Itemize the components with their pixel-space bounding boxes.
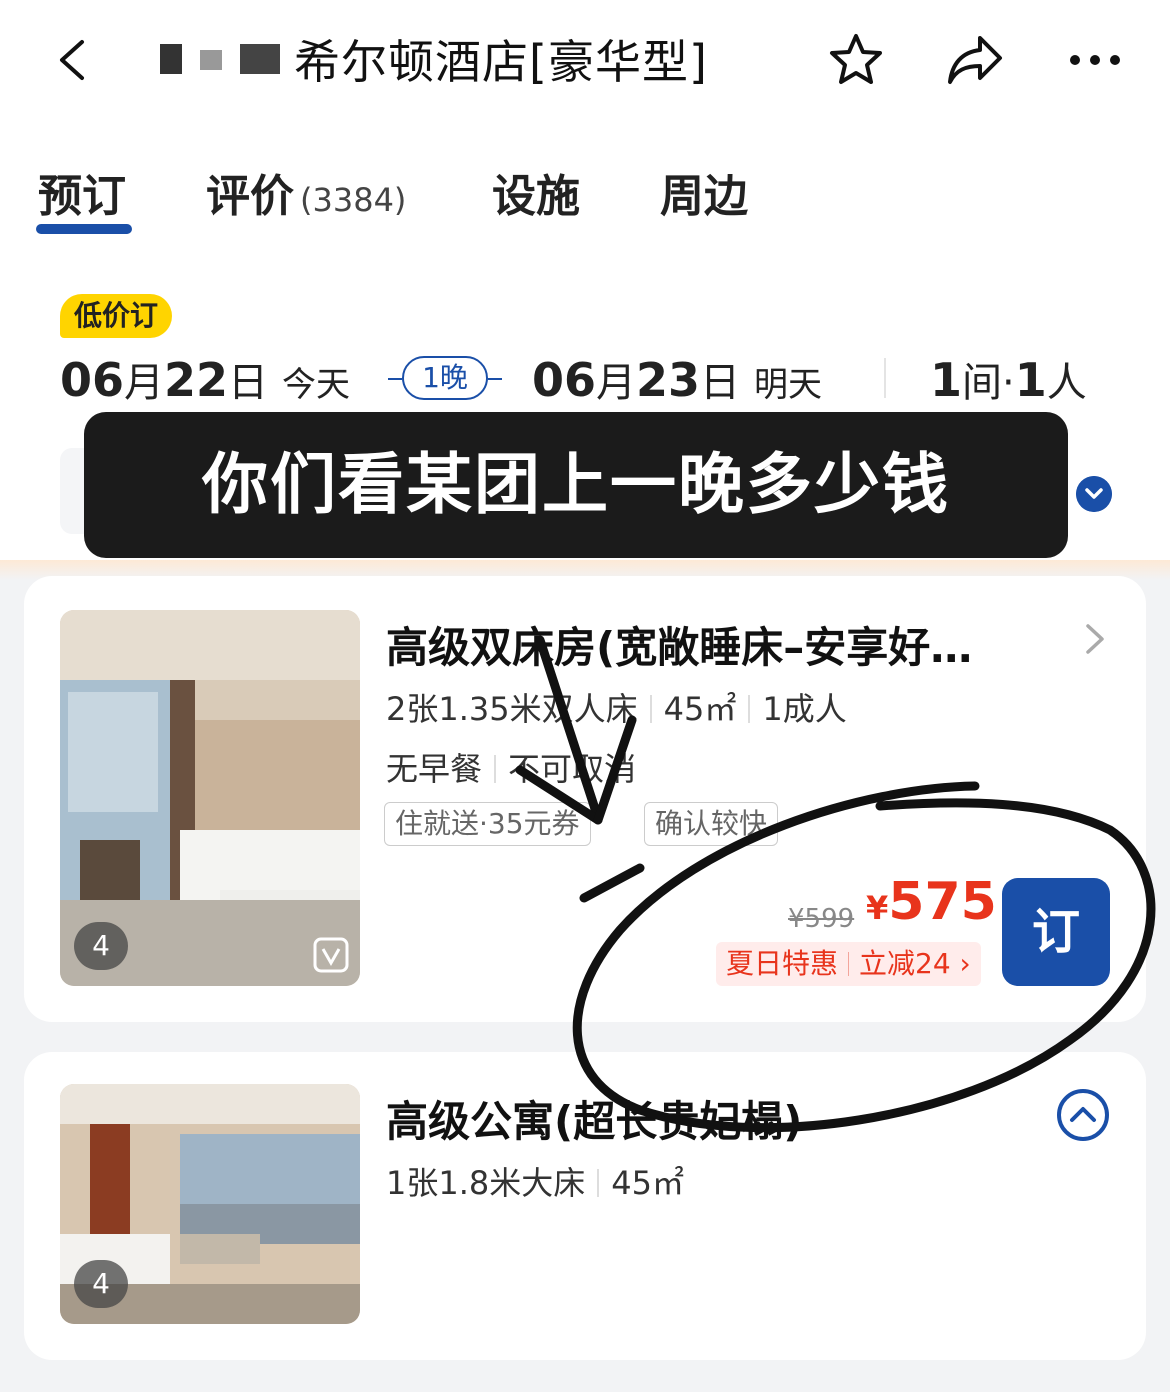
tab-bar: 预订 评价 (3384) 设施 周边 [0,150,1170,240]
day-unit: 日 [228,360,269,406]
room-area: 45㎡ [611,1164,684,1202]
separator [494,755,497,783]
divider [884,358,886,398]
perk-tag: 住就送·35元券 [384,802,591,846]
overlay-caption: 你们看某团上一晚多少钱 [84,412,1068,558]
redacted-block [240,44,280,74]
share-icon[interactable] [944,30,1006,90]
cancellation: 不可取消 [508,750,637,788]
separator [748,695,751,723]
room-spec-line: 1张1.8米大床 45㎡ [386,1158,684,1204]
active-tab-indicator [36,224,132,234]
date-selector[interactable]: 06月22日 今天 1晚 06月23日 明天 1间·1人 [0,350,1170,410]
brand-logo-icon [313,937,349,973]
chevron-down-icon[interactable] [1076,476,1112,512]
hotel-title: 希尔顿酒店[豪华型] [294,35,708,89]
low-price-badge: 低价订 [60,294,173,338]
currency: ¥ [866,889,889,927]
room-area: 45㎡ [663,690,737,728]
redacted-block [200,50,222,70]
confirm-tag: 确认较快 [644,802,779,846]
occupancy: 1成人 [762,690,847,728]
price-value: 575 [888,872,997,932]
promo-badge[interactable]: 夏日特惠 立减24 › [716,942,981,986]
tab-label: 设施 [492,171,580,222]
promo-name: 夏日特惠 [726,947,839,980]
separator [649,695,652,723]
checkin-relative: 今天 [282,365,351,405]
room-name[interactable]: 高级双床房(宽敞睡床–安享好… [386,614,972,675]
star-icon[interactable] [826,30,886,90]
room-photo[interactable]: 4 [60,1084,360,1324]
day-unit: 日 [700,360,741,406]
bed-type: 2张1.35米双人床 [386,690,638,728]
promo-discount: 立减24 › [859,947,971,980]
separator [597,1169,600,1197]
separator [848,952,850,976]
tab-label: 周边 [660,171,748,222]
room-spec-line: 2张1.35米双人床 45㎡ 1成人 [386,684,847,730]
redacted-block [160,44,182,74]
checkout-day: 23 [636,353,701,407]
book-button[interactable]: 订 [1002,878,1110,986]
original-price: ¥599 [788,904,855,934]
nights-line-left [388,378,402,380]
checkin-date[interactable]: 06月22日 今天 [60,350,350,408]
checkout-date[interactable]: 06月23日 明天 [532,350,822,408]
tab-nearby[interactable]: 周边 [660,160,748,224]
nav-bar: 希尔顿酒店[豪华型] [0,0,1170,120]
chevron-up-icon[interactable] [1056,1088,1110,1142]
photo-count: 4 [74,1260,128,1308]
separator: · [1002,360,1015,406]
tab-label: 评价 [206,171,294,222]
tab-booking[interactable]: 预订 [38,160,126,224]
nights-line-right [488,378,502,380]
room-card[interactable]: 4 高级公寓(超长贵妃榻) 1张1.8米大床 45㎡ [24,1052,1146,1360]
room-name[interactable]: 高级公寓(超长贵妃榻) [386,1088,802,1149]
checkout-month: 06 [532,353,597,407]
tab-label: 预订 [38,171,126,222]
tab-reviews[interactable]: 评价 (3384) [206,160,406,224]
guests-unit: 人 [1046,360,1087,406]
checkin-day: 22 [164,353,229,407]
guests-num: 1 [1014,353,1047,407]
more-icon[interactable] [1068,52,1122,68]
checkin-month: 06 [60,353,125,407]
room-photo[interactable]: 4 [60,610,360,986]
chevron-left-icon[interactable] [52,38,96,82]
current-price: ¥575 [866,872,997,932]
rooms-num: 1 [930,353,963,407]
checkout-relative: 明天 [754,365,823,405]
breakfast: 无早餐 [386,750,483,788]
rooms-guests[interactable]: 1间·1人 [930,350,1087,408]
month-unit: 月 [596,360,637,406]
room-card[interactable]: 4 高级双床房(宽敞睡床–安享好… 2张1.35米双人床 45㎡ 1成人 无早餐 不可… [24,576,1146,1022]
room-policy-line: 无早餐 不可取消 [386,744,636,790]
rooms-unit: 间 [962,360,1003,406]
photo-count: 4 [74,922,128,970]
chevron-right-icon[interactable] [1084,622,1106,656]
bed-type: 1张1.8米大床 [386,1164,586,1202]
nights-pill: 1晚 [402,356,488,400]
hotel-header: 希尔顿酒店[豪华型] 预订 评价 (3384) 设施 周边 低价订 06月22日今… [0,0,1170,560]
tab-facilities[interactable]: 设施 [492,160,580,224]
review-count: (3384) [300,181,407,219]
month-unit: 月 [124,360,165,406]
